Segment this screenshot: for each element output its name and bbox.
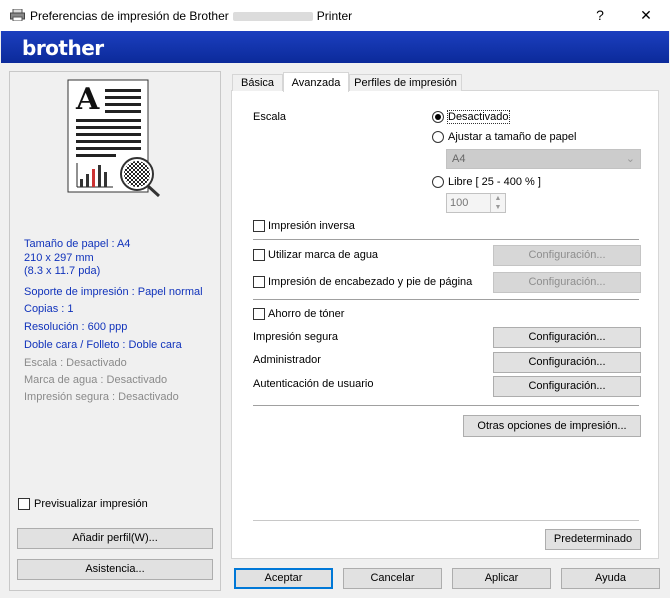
window-title: Preferencias de impresión de Brother Prin… bbox=[30, 9, 353, 23]
scale-fit-label: Ajustar a tamaño de papel bbox=[448, 131, 577, 143]
default-button[interactable]: Predeterminado bbox=[545, 529, 641, 550]
info-dimensions: 210 x 297 mm bbox=[24, 252, 94, 264]
close-icon: ✕ bbox=[640, 7, 652, 23]
info-dimensions-inches: (8.3 x 11.7 pda) bbox=[24, 265, 101, 277]
separator bbox=[253, 405, 639, 406]
scale-fit-radio[interactable] bbox=[432, 131, 444, 143]
info-duplex: Doble cara / Folleto : Doble cara bbox=[24, 339, 182, 351]
info-watermark: Marca de agua : Desactivado bbox=[24, 374, 168, 386]
close-button[interactable]: ✕ bbox=[623, 0, 669, 31]
watermark-config-button[interactable]: Configuración... bbox=[493, 245, 641, 266]
support-button[interactable]: Asistencia... bbox=[17, 559, 213, 580]
accept-button[interactable]: Aceptar bbox=[234, 568, 333, 589]
scale-off-label: Desactivado bbox=[447, 110, 510, 124]
tab-print-profiles[interactable]: Perfiles de impresión bbox=[349, 74, 462, 91]
printer-icon bbox=[10, 9, 25, 21]
brother-logo: brother bbox=[22, 36, 104, 60]
secure-print-config-button[interactable]: Configuración... bbox=[493, 327, 641, 348]
separator bbox=[253, 239, 639, 240]
info-media-type: Soporte de impresión : Papel normal bbox=[24, 286, 203, 298]
add-profile-button[interactable]: Añadir perfil(W)... bbox=[17, 528, 213, 549]
scale-free-stepper[interactable]: 100 ▲ ▼ bbox=[446, 193, 506, 213]
secure-print-label: Impresión segura bbox=[253, 331, 338, 343]
toner-save-label: Ahorro de tóner bbox=[268, 308, 345, 320]
svg-text:A: A bbox=[75, 82, 100, 117]
tab-basic[interactable]: Básica bbox=[232, 74, 283, 91]
info-copies: Copias : 1 bbox=[24, 303, 74, 315]
administrator-label: Administrador bbox=[253, 354, 321, 366]
user-auth-label: Autenticación de usuario bbox=[253, 378, 374, 390]
cancel-button[interactable]: Cancelar bbox=[343, 568, 442, 589]
reverse-print-checkbox[interactable] bbox=[253, 220, 265, 232]
scale-free-radio[interactable] bbox=[432, 176, 444, 188]
apply-button[interactable]: Aplicar bbox=[452, 568, 551, 589]
reverse-print-label: Impresión inversa bbox=[268, 220, 355, 232]
tab-advanced[interactable]: Avanzada bbox=[283, 72, 349, 92]
separator bbox=[253, 299, 639, 300]
help-title-button[interactable]: ? bbox=[577, 0, 623, 31]
watermark-checkbox[interactable] bbox=[253, 249, 265, 261]
stepper-arrows-icon: ▲ ▼ bbox=[490, 194, 505, 212]
header-footer-label: Impresión de encabezado y pie de página bbox=[268, 276, 473, 288]
toner-save-checkbox[interactable] bbox=[253, 308, 265, 320]
preview-checkbox[interactable] bbox=[18, 498, 30, 510]
info-scale: Escala : Desactivado bbox=[24, 357, 127, 369]
page-preview-icon: A bbox=[67, 79, 161, 197]
info-paper-size: Tamaño de papel : A4 bbox=[24, 238, 131, 250]
scale-free-label: Libre [ 25 - 400 % ] bbox=[448, 176, 541, 188]
other-print-options-button[interactable]: Otras opciones de impresión... bbox=[463, 415, 641, 437]
scale-label: Escala bbox=[253, 111, 287, 123]
user-auth-config-button[interactable]: Configuración... bbox=[493, 376, 641, 397]
preview-checkbox-label: Previsualizar impresión bbox=[34, 498, 148, 510]
chevron-down-icon: ⌄ bbox=[625, 153, 635, 165]
redacted-model bbox=[232, 12, 313, 22]
paper-size-select[interactable]: A4 ⌄ bbox=[446, 149, 641, 169]
info-secure-print: Impresión segura : Desactivado bbox=[24, 391, 179, 403]
scale-off-radio[interactable] bbox=[432, 111, 444, 123]
administrator-config-button[interactable]: Configuración... bbox=[493, 352, 641, 373]
separator bbox=[253, 520, 639, 521]
help-button[interactable]: Ayuda bbox=[561, 568, 660, 589]
header-footer-config-button[interactable]: Configuración... bbox=[493, 272, 641, 293]
info-resolution: Resolución : 600 ppp bbox=[24, 321, 128, 333]
header-footer-checkbox[interactable] bbox=[253, 276, 265, 288]
watermark-label: Utilizar marca de agua bbox=[268, 249, 379, 261]
